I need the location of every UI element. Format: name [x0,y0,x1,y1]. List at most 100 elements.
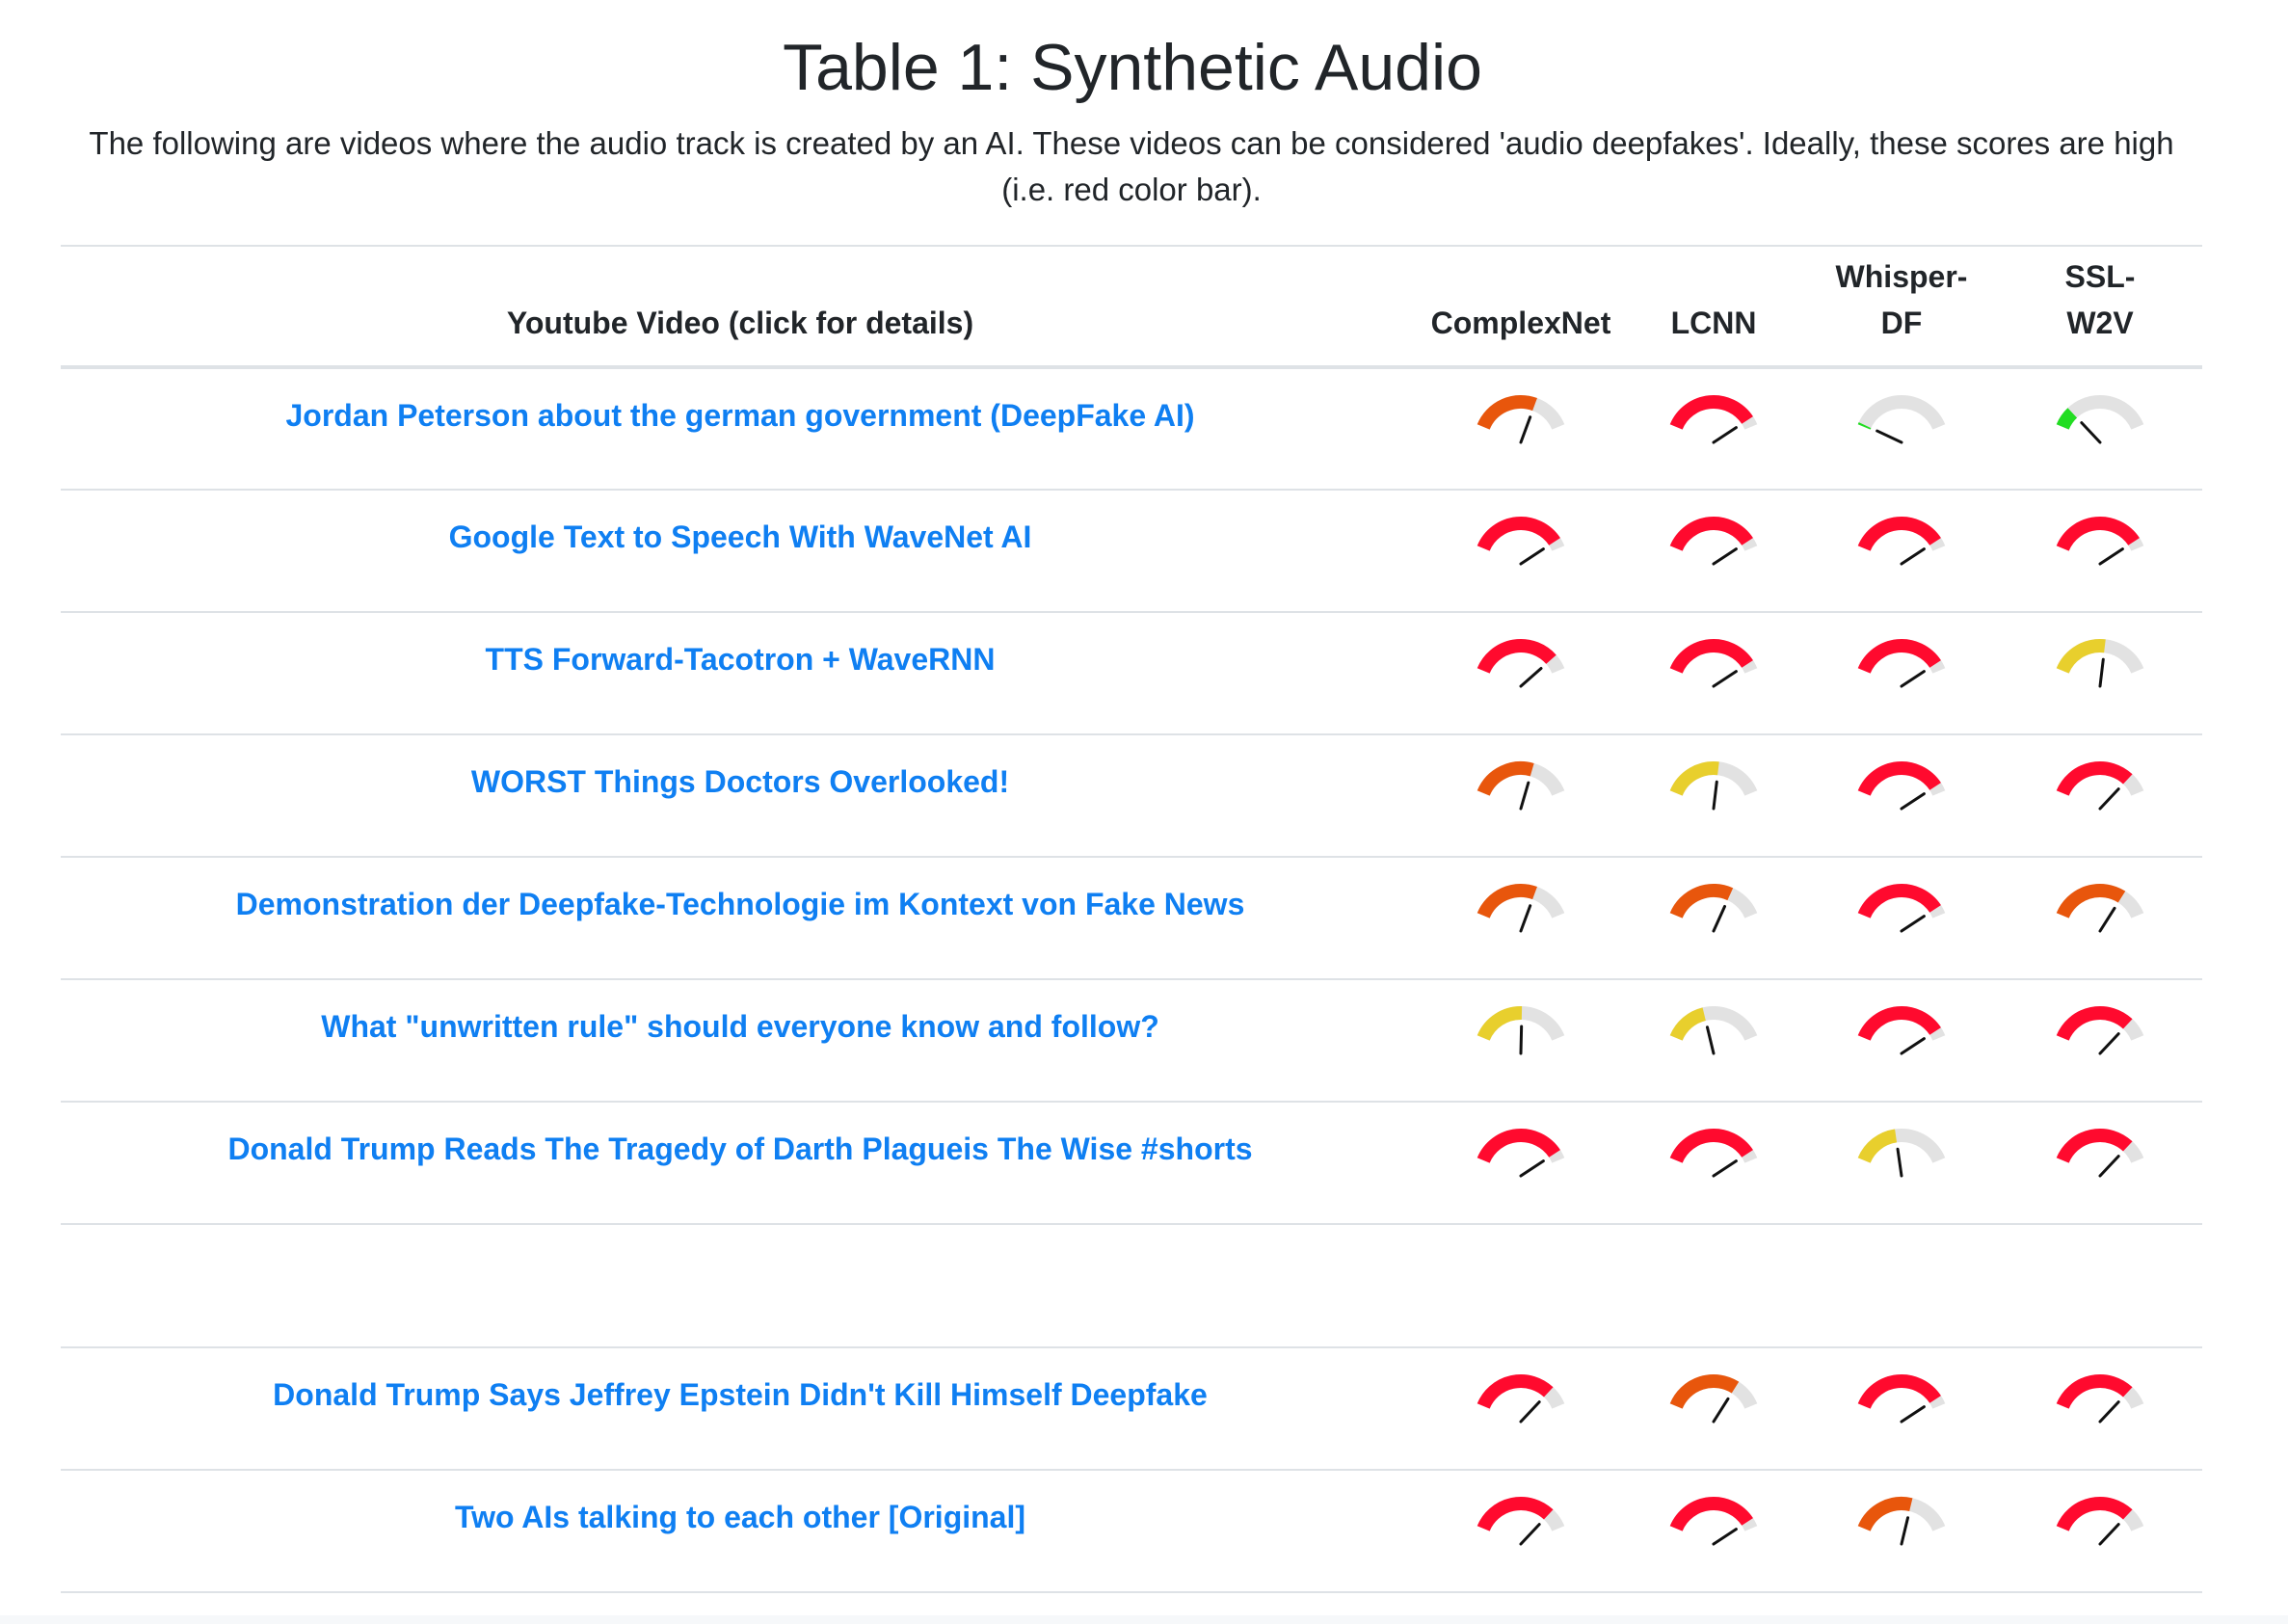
video-link[interactable]: Donald Trump Says Jeffrey Epstein Didn't… [273,1375,1208,1414]
score-gauge-complexnet [1477,761,1565,811]
page-description: The following are videos where the audio… [89,125,2174,207]
score-gauge-whisper-df [1857,1497,1946,1546]
gauge-needle [1519,1025,1524,1055]
gauge-fill [1477,761,1534,796]
score-cell-lcnn [1622,490,1805,613]
gauge-fill [1477,1129,1560,1163]
gauge-fill [1669,1129,1753,1163]
score-gauge-whisper-df [1857,1374,1946,1424]
table-row: WORST Things Doctors Overlooked! [61,734,2202,858]
header-whisper-df: Whisper-DF [1805,245,1998,369]
video-cell: What "unwritten rule" should everyone kn… [61,979,1420,1103]
gauge-needle [2098,1523,2120,1546]
score-gauge-complexnet [1477,1374,1565,1424]
gauge-needle [1900,670,1926,688]
gauge-needle [1519,1159,1545,1178]
header-ssl-w2v-label: SSL-W2V [2064,259,2136,340]
gauge-needle [2098,906,2116,933]
score-cell-complexnet [1420,979,1622,1103]
page-title: Table 1: Synthetic Audio [783,31,1482,104]
gauge-needle [1519,666,1543,688]
score-cell-lcnn [1622,1470,1805,1593]
gauge-fill [1857,639,1941,674]
score-cell-lcnn [1622,1102,1805,1225]
score-gauge-complexnet [1477,1129,1565,1178]
score-cell-whisper-df [1805,490,1998,613]
score-gauge-whisper-df [1857,639,1946,688]
gauge-track [1857,395,1946,430]
gauge-needle [2080,421,2102,444]
video-cell: Demonstration der Deepfake-Technologie i… [61,857,1420,980]
gauge-needle [1900,1037,1926,1055]
score-gauge-lcnn [1669,517,1758,566]
header-video: Youtube Video (click for details) [61,245,1420,369]
score-gauge-ssl-w2v [2056,1374,2144,1424]
score-cell-lcnn [1622,1347,1805,1471]
gauge-needle [1900,792,1926,811]
gauge-needle [1876,429,1903,444]
score-gauge-complexnet [1477,517,1565,566]
score-gauge-ssl-w2v [2056,1006,2144,1055]
gauge-fill [1669,761,1719,796]
score-cell-lcnn [1622,734,1805,858]
score-cell-whisper-df [1805,979,1998,1103]
score-gauge-lcnn [1669,761,1758,811]
gauge-needle [1519,1523,1541,1546]
score-cell-lcnn [1622,857,1805,980]
video-cell: TTS Forward-Tacotron + WaveRNN [61,612,1420,735]
gauge-fill [1857,1129,1898,1163]
gauge-fill [1669,395,1753,430]
video-link[interactable]: Google Text to Speech With WaveNet AI [449,518,1032,556]
score-gauge-ssl-w2v [2056,1497,2144,1546]
score-cell-ssl-w2v [1998,367,2202,491]
gauge-needle [2098,1400,2120,1424]
video-link[interactable]: Demonstration der Deepfake-Technologie i… [236,885,1245,923]
gauge-needle [2098,1155,2120,1178]
gauge-needle [1900,1516,1910,1546]
table-row: Two AIs talking to each other [Original] [61,1470,2202,1593]
score-gauge-lcnn [1669,1129,1758,1178]
gauge-needle [1712,1159,1738,1178]
gauge-needle [2098,657,2105,688]
table-row: What "unwritten rule" should everyone kn… [61,979,2202,1103]
score-cell-complexnet [1420,1470,1622,1593]
score-gauge-ssl-w2v [2056,884,2144,933]
video-link[interactable]: Two AIs talking to each other [Original] [455,1498,1025,1536]
video-cell: Jordan Peterson about the german governm… [61,367,1420,491]
score-cell-whisper-df [1805,1102,1998,1225]
score-cell-complexnet [1420,490,1622,613]
gauge-needle [1519,415,1532,444]
gauge-needle [1712,1528,1738,1546]
score-cell-lcnn [1622,367,1805,491]
score-gauge-whisper-df [1857,1129,1946,1178]
video-link[interactable]: Jordan Peterson about the german governm… [286,396,1195,435]
gauge-needle [1712,1397,1730,1424]
header-whisper-df-label: Whisper-DF [1835,259,1968,340]
video-link[interactable]: WORST Things Doctors Overlooked! [471,762,1009,801]
video-link[interactable]: Donald Trump Reads The Tragedy of Darth … [227,1130,1252,1168]
header-complexnet: ComplexNet [1420,245,1622,369]
score-cell-lcnn [1622,979,1805,1103]
gauge-fill [1857,884,1941,918]
score-cell-whisper-df [1805,857,1998,980]
score-cell-ssl-w2v [1998,612,2202,735]
gauge-track [2056,395,2144,430]
score-cell-complexnet [1420,1102,1622,1225]
gauge-fill [1669,517,1753,551]
table-row: Donald Trump Says Jeffrey Epstein Didn't… [61,1347,2202,1471]
gauge-fill [2056,517,2140,551]
table-row: Demonstration der Deepfake-Technologie i… [61,857,2202,980]
gauge-fill [1477,1006,1523,1041]
video-link[interactable]: TTS Forward-Tacotron + WaveRNN [486,640,996,679]
gauge-needle [1896,1147,1903,1178]
score-cell-whisper-df [1805,612,1998,735]
header-ssl-w2v: SSL-W2V [1998,245,2202,369]
gauge-fill [2056,639,2106,674]
score-gauge-ssl-w2v [2056,1129,2144,1178]
score-cell-complexnet [1420,367,1622,491]
gauge-needle [1900,1405,1926,1424]
gauge-needle [1519,547,1545,566]
score-gauge-lcnn [1669,639,1758,688]
gauge-fill [2056,408,2078,430]
video-link[interactable]: What "unwritten rule" should everyone kn… [321,1007,1159,1046]
